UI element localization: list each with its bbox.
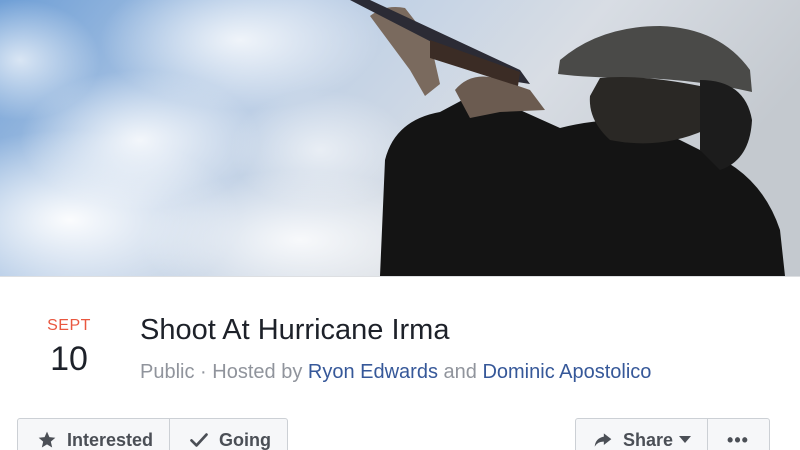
- share-arrow-icon: [592, 429, 614, 450]
- rsvp-button-group: Interested Going: [17, 418, 289, 450]
- share-button[interactable]: Share: [576, 419, 707, 450]
- star-icon: [36, 429, 58, 450]
- going-label: Going: [219, 429, 272, 450]
- share-more-button-group: Share •••: [575, 418, 770, 450]
- event-page: SEPT 10 Shoot At Hurricane Irma Public ·…: [0, 0, 800, 450]
- hosted-by-label: Hosted by: [212, 361, 303, 383]
- event-date-day: 10: [50, 340, 88, 378]
- host-link-dominic-apostolico[interactable]: Dominic Apostolico: [482, 361, 651, 383]
- check-icon: [188, 429, 210, 450]
- share-label: Share: [623, 429, 674, 450]
- event-cover-photo[interactable]: [0, 0, 800, 276]
- host-link-ryon-edwards[interactable]: Ryon Edwards: [308, 361, 438, 383]
- event-title: Shoot At Hurricane Irma: [140, 314, 450, 346]
- chevron-down-icon: [679, 436, 692, 444]
- event-privacy: Public: [140, 361, 195, 383]
- interested-label: Interested: [67, 429, 154, 450]
- going-button[interactable]: Going: [169, 419, 287, 450]
- interested-button[interactable]: Interested: [18, 419, 169, 450]
- more-options-button[interactable]: •••: [707, 419, 769, 450]
- host-conjunction: and: [443, 361, 477, 383]
- cover-divider: [0, 276, 800, 277]
- event-date: SEPT 10: [30, 316, 108, 378]
- event-date-month: SEPT: [47, 317, 91, 334]
- meta-separator: ·: [194, 361, 213, 383]
- event-meta: Public · Hosted by Ryon Edwards and Domi…: [140, 359, 651, 385]
